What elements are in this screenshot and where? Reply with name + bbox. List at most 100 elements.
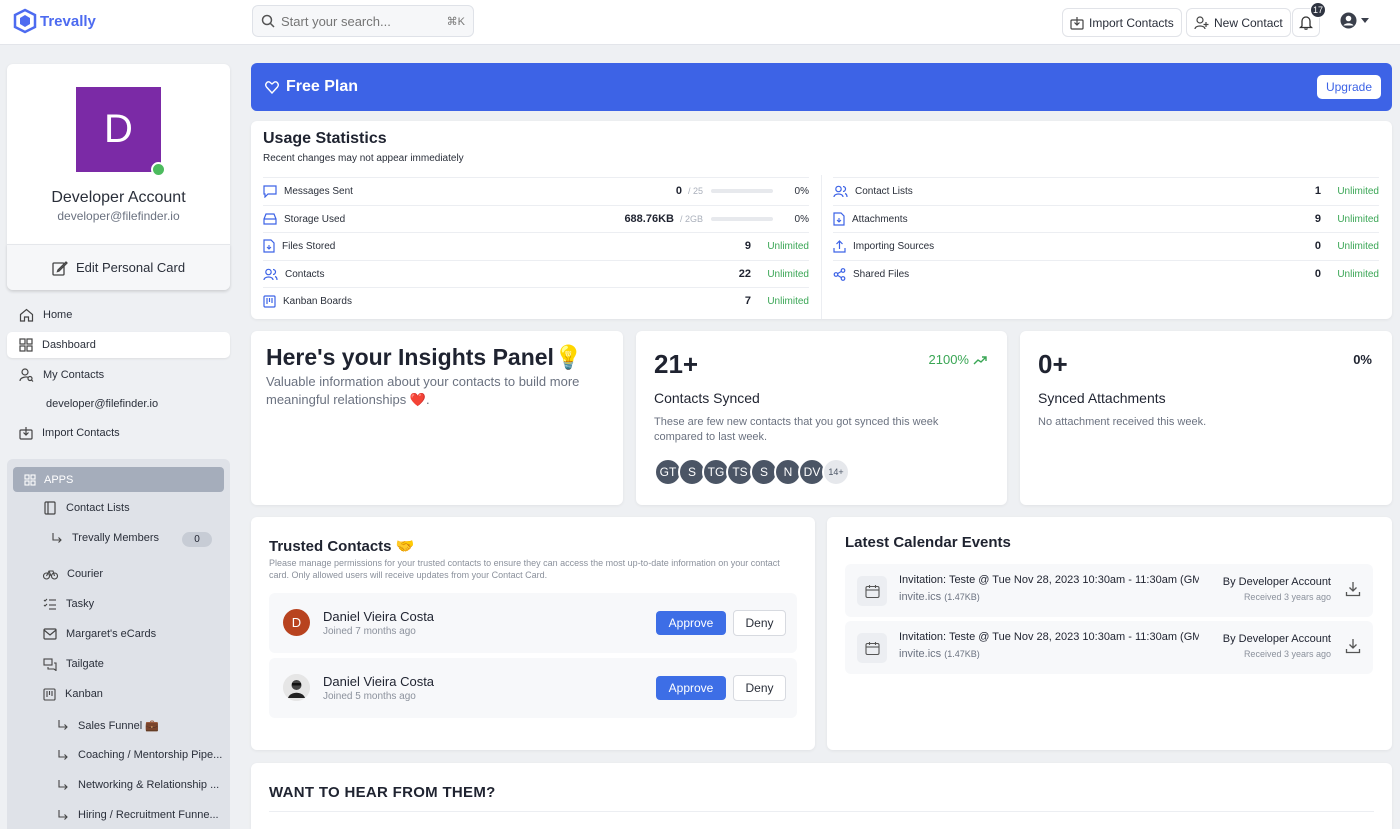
users-icon — [263, 268, 278, 280]
sidebar-item-ecards[interactable]: Margaret's eCards — [43, 623, 156, 645]
event-file-name: invite.ics — [899, 648, 942, 660]
event-name: Invitation: Teste @ Tue Nov 28, 2023 10:… — [899, 631, 1199, 643]
edit-icon — [52, 260, 68, 276]
bell-icon — [1299, 16, 1313, 30]
download-button[interactable] — [1345, 638, 1361, 654]
usage-max: / 25 — [687, 186, 703, 196]
plan-title: Free Plan — [286, 78, 359, 95]
account-menu[interactable] — [1340, 12, 1370, 29]
heart-badge-icon — [265, 80, 279, 94]
apps-header[interactable]: APPS — [13, 467, 224, 492]
file-icon — [263, 239, 275, 253]
sidebar-item-kanban-board[interactable]: Networking & Relationship ... — [57, 774, 219, 796]
synced-attachments-title: Synced Attachments — [1038, 390, 1166, 406]
sidebar-item-kanban-board[interactable]: Hiring / Recruitment Funne... — [57, 804, 219, 826]
sidebar-item-my-contacts[interactable]: My Contacts — [7, 362, 230, 388]
section-divider — [269, 811, 1374, 812]
checklist-icon — [43, 598, 56, 610]
usage-row: Shared Files 0 Unlimited — [833, 260, 1379, 287]
trending-up-icon — [973, 355, 987, 364]
usage-row: Contacts 22 Unlimited — [263, 260, 809, 287]
import-contacts-button[interactable]: Import Contacts — [1062, 8, 1182, 37]
sidebar-item-trevally-members[interactable]: Trevally Members — [51, 527, 159, 549]
home-icon — [19, 308, 34, 322]
share-icon — [833, 267, 846, 281]
storage-icon — [263, 213, 277, 225]
trusted-contact-row: D Daniel Vieira Costa Joined 7 months ag… — [269, 593, 797, 653]
usage-row: Attachments 9 Unlimited — [833, 205, 1379, 232]
event-received: Received 3 years ago — [1243, 592, 1331, 602]
calendar-events-title: Latest Calendar Events — [845, 534, 1011, 551]
approve-button[interactable]: Approve — [656, 676, 726, 700]
calendar-event-row[interactable]: Invitation: Teste @ Tue Nov 28, 2023 10:… — [845, 621, 1373, 674]
usage-statistics-card: Usage Statistics Recent changes may not … — [251, 121, 1392, 319]
growth-indicator: 2100% — [929, 352, 987, 367]
profile-email: developer@filefinder.io — [57, 209, 180, 223]
usage-label: Importing Sources — [853, 240, 935, 252]
import-contacts-label: Import Contacts — [1089, 15, 1174, 30]
more-contacts-badge[interactable]: 14+ — [822, 458, 850, 486]
top-bar: Trevally ⌘K Import Contacts New Contact … — [0, 0, 1400, 45]
usage-limit: Unlimited — [1337, 268, 1379, 280]
sidebar-item-kanban-board[interactable]: Coaching / Mentorship Pipe... — [57, 744, 222, 766]
download-button[interactable] — [1345, 581, 1361, 597]
profile-avatar[interactable]: D — [76, 87, 161, 172]
contact-name: Daniel Vieira Costa — [323, 609, 435, 624]
notifications-button[interactable]: 17 — [1292, 2, 1326, 37]
sidebar-item-dashboard[interactable]: Dashboard — [7, 332, 230, 358]
caret-down-icon — [1361, 17, 1369, 23]
usage-label: Messages Sent — [284, 185, 353, 197]
calendar-event-row[interactable]: Invitation: Teste @ Tue Nov 28, 2023 10:… — [845, 564, 1373, 617]
sidebar-item-home[interactable]: Home — [7, 302, 230, 328]
usage-label: Files Stored — [282, 240, 336, 252]
new-contact-button[interactable]: New Contact — [1186, 8, 1291, 37]
sidebar-item-label: Kanban — [65, 688, 103, 700]
contacts-synced-title: Contacts Synced — [654, 390, 760, 406]
event-file: invite.ics (1.47KB) — [899, 648, 980, 660]
sidebar-item-courier[interactable]: Courier — [43, 563, 103, 585]
contact-avatar[interactable] — [283, 674, 310, 701]
search-box[interactable]: ⌘K — [252, 5, 474, 37]
sidebar-item-label: Tailgate — [66, 658, 104, 670]
search-shortcut: ⌘K — [446, 15, 465, 28]
usage-limit: Unlimited — [767, 268, 809, 280]
usage-value: 688.76KB — [624, 213, 674, 225]
deny-button[interactable]: Deny — [733, 675, 786, 701]
usage-progress-bar — [711, 217, 773, 221]
usage-label: Shared Files — [853, 268, 910, 280]
app-logo[interactable]: Trevally — [12, 8, 96, 34]
deny-button[interactable]: Deny — [733, 610, 786, 636]
download-icon — [1345, 639, 1361, 654]
event-file: invite.ics (1.47KB) — [899, 591, 980, 603]
sidebar-item-kanban-board[interactable]: Sales Funnel 💼 — [57, 714, 159, 736]
usage-percent: 0% — [794, 185, 809, 197]
synced-attachments-description: No attachment received this week. — [1038, 416, 1207, 428]
subitem-arrow-icon — [58, 810, 68, 820]
usage-value: 0 — [675, 185, 682, 197]
contacts-synced-description: These are few new contacts that you got … — [654, 416, 939, 443]
sidebar-item-tailgate[interactable]: Tailgate — [43, 653, 104, 675]
event-name: Invitation: Teste @ Tue Nov 28, 2023 10:… — [899, 574, 1199, 586]
contact-joined: Joined 7 months ago — [323, 626, 416, 637]
usage-progress-bar — [711, 189, 773, 193]
sidebar-item-my-contacts-email[interactable]: developer@filefinder.io — [7, 391, 230, 417]
sidebar-item-label: Home — [43, 309, 73, 321]
upgrade-button[interactable]: Upgrade — [1316, 75, 1381, 99]
search-input[interactable] — [281, 13, 441, 29]
members-count-badge: 0 — [182, 532, 212, 547]
contact-avatar[interactable]: D — [283, 609, 310, 636]
usage-label: Contact Lists — [855, 185, 913, 197]
attachments-count: 0+ — [1038, 349, 1068, 379]
sidebar-item-tasky[interactable]: Tasky — [43, 593, 94, 615]
contacts-synced-card: 21+ 2100% Contacts Synced These are few … — [636, 331, 1007, 505]
sidebar-item-contact-lists[interactable]: Contact Lists — [43, 497, 130, 519]
search-icon — [261, 14, 275, 28]
usage-max: / 2GB — [679, 214, 703, 224]
users-icon — [833, 185, 848, 197]
trusted-contacts-title: Trusted Contacts 🤝 — [269, 538, 415, 555]
import-icon — [19, 427, 33, 440]
approve-button[interactable]: Approve — [656, 611, 726, 635]
sidebar-item-import-contacts[interactable]: Import Contacts — [7, 420, 230, 446]
edit-personal-card-button[interactable]: Edit Personal Card — [7, 244, 230, 290]
sidebar-item-kanban[interactable]: Kanban — [43, 683, 103, 705]
